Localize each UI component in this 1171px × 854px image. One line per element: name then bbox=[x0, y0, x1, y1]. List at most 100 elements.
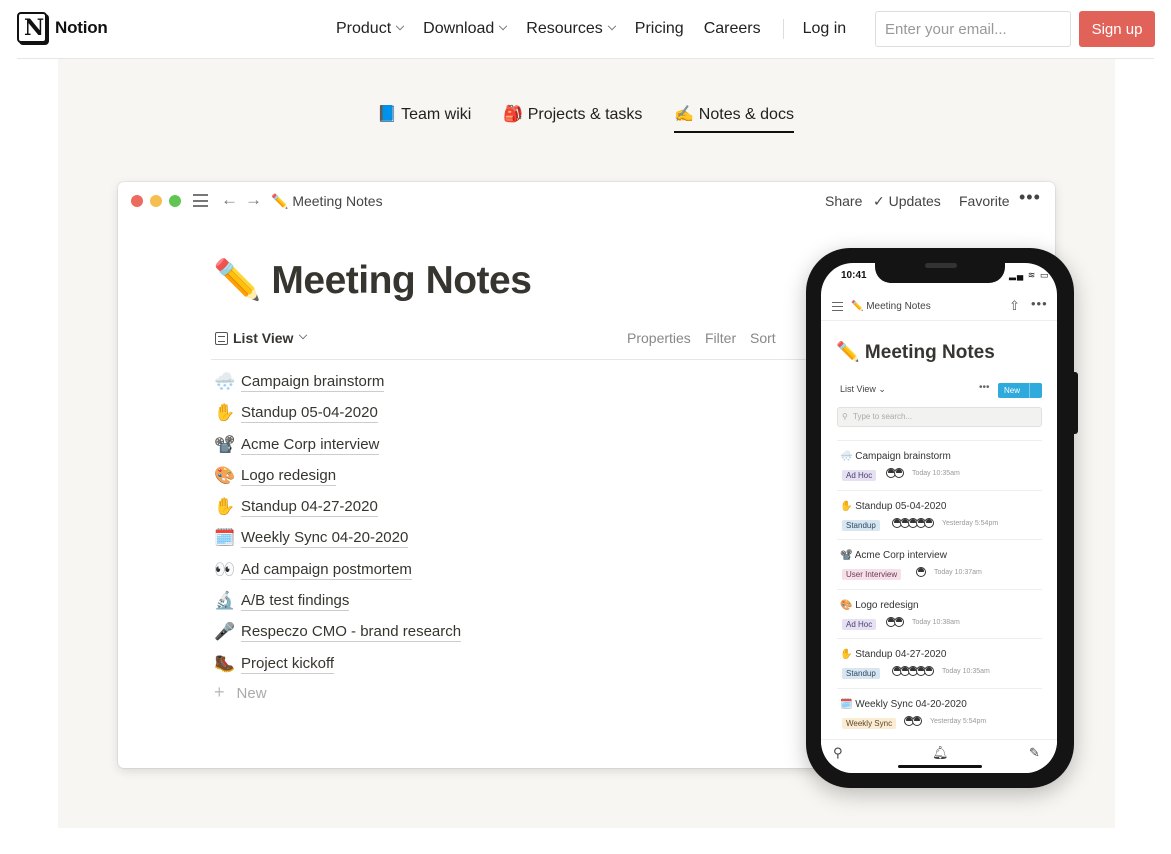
share-button[interactable]: Share bbox=[825, 193, 862, 209]
login-link[interactable]: Log in bbox=[803, 20, 847, 38]
list-item[interactable]: 🗓️ Weekly Sync 04-20-2020 Weekly Sync Yest… bbox=[837, 687, 1042, 738]
type-tag: Ad Hoc bbox=[842, 618, 877, 630]
item-title: 🎨 Logo redesign bbox=[840, 599, 919, 611]
row-emoji-icon: 🥾 bbox=[214, 653, 236, 673]
view-selector[interactable]: List View bbox=[215, 330, 308, 346]
attendee-avatars bbox=[892, 517, 934, 528]
row-emoji-icon: 🎨 bbox=[840, 599, 853, 611]
list-item[interactable]: 📽️ Acme Corp interview User Interview Toda… bbox=[837, 539, 1042, 589]
attendee-avatars bbox=[904, 715, 922, 726]
row-title[interactable]: Weekly Sync 04-20-2020 bbox=[241, 529, 409, 549]
timestamp: Yesterday 5:54pm bbox=[942, 519, 999, 527]
more-icon[interactable]: ••• bbox=[1019, 187, 1041, 208]
list-item[interactable]: ✋ Standup 04-27-2020 Standup Today 10:35am bbox=[837, 638, 1042, 688]
avatar bbox=[924, 666, 934, 677]
chevron-down-icon bbox=[395, 21, 405, 31]
phone-search-input[interactable]: ⚲ Type to search... bbox=[837, 407, 1042, 427]
item-title: 🗓️ Weekly Sync 04-20-2020 bbox=[840, 698, 967, 710]
nav-item-product[interactable]: Product bbox=[336, 20, 405, 38]
nav-item-download[interactable]: Download bbox=[423, 20, 508, 38]
back-arrow-icon[interactable]: ← bbox=[221, 190, 238, 210]
avatar bbox=[912, 715, 922, 726]
type-tag: Weekly Sync bbox=[842, 717, 897, 729]
list-item[interactable]: ✋ Standup 05-04-2020 Standup Yesterday 5:5… bbox=[837, 489, 1042, 540]
row-title[interactable]: Standup 04-27-2020 bbox=[241, 498, 378, 518]
row-emoji-icon: ✋ bbox=[840, 649, 853, 661]
breadcrumb[interactable]: ✏️ Meeting Notes bbox=[271, 193, 383, 210]
attendee-avatars bbox=[916, 567, 926, 578]
tab-projects-tasks[interactable]: 🎒 Projects & tasks bbox=[503, 104, 642, 133]
item-title: ✋ Standup 04-27-2020 bbox=[840, 649, 947, 661]
more-icon[interactable]: ••• bbox=[979, 382, 990, 393]
item-title: 📽️ Acme Corp interview bbox=[840, 550, 947, 562]
phone-view-selector[interactable]: List View ⌄ bbox=[840, 384, 886, 395]
close-dot-icon bbox=[131, 195, 143, 207]
row-emoji-icon: 🌨️ bbox=[840, 451, 853, 462]
avatar bbox=[894, 616, 904, 627]
attendee-avatars bbox=[892, 666, 934, 677]
phone-notch bbox=[875, 263, 1005, 283]
new-row-button[interactable]: + New bbox=[214, 682, 267, 703]
type-tag: User Interview bbox=[842, 569, 902, 581]
chevron-down-icon bbox=[607, 21, 617, 31]
nav-item-resources[interactable]: Resources bbox=[526, 20, 617, 38]
properties-button[interactable]: Properties bbox=[627, 330, 691, 346]
notion-logo-icon: N bbox=[17, 12, 47, 43]
phone-new-button[interactable]: New bbox=[998, 383, 1042, 398]
writing-hand-icon: ✍️ bbox=[674, 106, 695, 123]
email-input[interactable] bbox=[875, 11, 1071, 47]
type-tag: Standup bbox=[842, 668, 880, 680]
favorite-button[interactable]: Favorite bbox=[959, 193, 1010, 209]
row-title[interactable]: Acme Corp interview bbox=[241, 436, 380, 455]
list-item[interactable]: 🌨️ Campaign brainstorm Ad Hoc Today 10:35a… bbox=[837, 440, 1042, 490]
nav-item-pricing[interactable]: Pricing bbox=[635, 20, 684, 38]
brand-name: Notion bbox=[55, 17, 108, 37]
row-emoji-icon: 🎨 bbox=[214, 465, 236, 485]
type-tag: Standup bbox=[842, 519, 880, 531]
tab-team-wiki[interactable]: 📘 Team wiki bbox=[377, 104, 471, 133]
phone-meeting-list: 🌨️ Campaign brainstorm Ad Hoc Today 10:35a… bbox=[837, 440, 1042, 738]
forward-arrow-icon[interactable]: → bbox=[245, 190, 262, 210]
timestamp: Today 10:35am bbox=[912, 470, 960, 477]
row-title[interactable]: Standup 05-04-2020 bbox=[241, 404, 378, 424]
row-title[interactable]: Ad campaign postmortem bbox=[241, 561, 412, 580]
type-tag: Ad Hoc bbox=[842, 470, 877, 481]
brand[interactable]: N Notion bbox=[17, 12, 108, 43]
more-icon[interactable]: ••• bbox=[1031, 296, 1048, 311]
share-icon[interactable]: ⇧ bbox=[1009, 298, 1020, 314]
search-icon[interactable]: ⚲ bbox=[833, 745, 843, 761]
signup-button[interactable]: Sign up bbox=[1079, 11, 1155, 47]
row-title[interactable]: A/B test findings bbox=[241, 592, 350, 612]
nav-item-careers[interactable]: Careers bbox=[704, 20, 761, 38]
row-title[interactable]: Logo redesign bbox=[241, 467, 337, 486]
compose-icon[interactable]: ✎ bbox=[1029, 745, 1040, 761]
tab-notes-docs[interactable]: ✍️ Notes & docs bbox=[674, 104, 794, 133]
row-emoji-icon: 📽️ bbox=[214, 434, 236, 454]
status-icons: ▂▄ ≋ ▭ bbox=[1009, 270, 1050, 280]
row-title[interactable]: Respeczo CMO - brand research bbox=[241, 623, 462, 643]
row-emoji-icon: ✋ bbox=[214, 403, 236, 423]
updates-button[interactable]: ✓ Updates bbox=[873, 193, 941, 210]
menu-icon[interactable] bbox=[832, 302, 843, 311]
chevron-down-icon bbox=[299, 330, 308, 340]
timestamp: Yesterday 5:54pm bbox=[930, 717, 987, 725]
chevron-down-icon[interactable] bbox=[1029, 383, 1042, 398]
avatar bbox=[894, 468, 904, 478]
use-case-tabs: 📘 Team wiki 🎒 Projects & tasks ✍️ Notes … bbox=[0, 104, 1171, 133]
row-emoji-icon: 🌨️ bbox=[214, 372, 236, 391]
row-title[interactable]: Campaign brainstorm bbox=[241, 373, 385, 392]
row-emoji-icon: 👀 bbox=[214, 559, 236, 579]
row-title[interactable]: Project kickoff bbox=[241, 655, 335, 674]
menu-icon[interactable] bbox=[193, 194, 208, 207]
sort-button[interactable]: Sort bbox=[750, 330, 776, 346]
timestamp: Today 10:38am bbox=[912, 618, 960, 626]
nav-items: Product Download Resources Pricing Caree… bbox=[336, 0, 846, 58]
phone-breadcrumb[interactable]: ✏️ Meeting Notes bbox=[851, 301, 931, 312]
row-emoji-icon: 🎤 bbox=[214, 622, 236, 642]
minimize-dot-icon bbox=[150, 195, 162, 207]
filter-button[interactable]: Filter bbox=[705, 330, 736, 346]
phone-topbar: ✏️ Meeting Notes ⇧ ••• bbox=[821, 293, 1057, 321]
search-icon: ⚲ bbox=[842, 412, 848, 421]
bell-icon[interactable]: 🔔︎ bbox=[932, 745, 949, 761]
list-item[interactable]: 🎨 Logo redesign Ad Hoc Today 10:38am bbox=[837, 588, 1042, 639]
